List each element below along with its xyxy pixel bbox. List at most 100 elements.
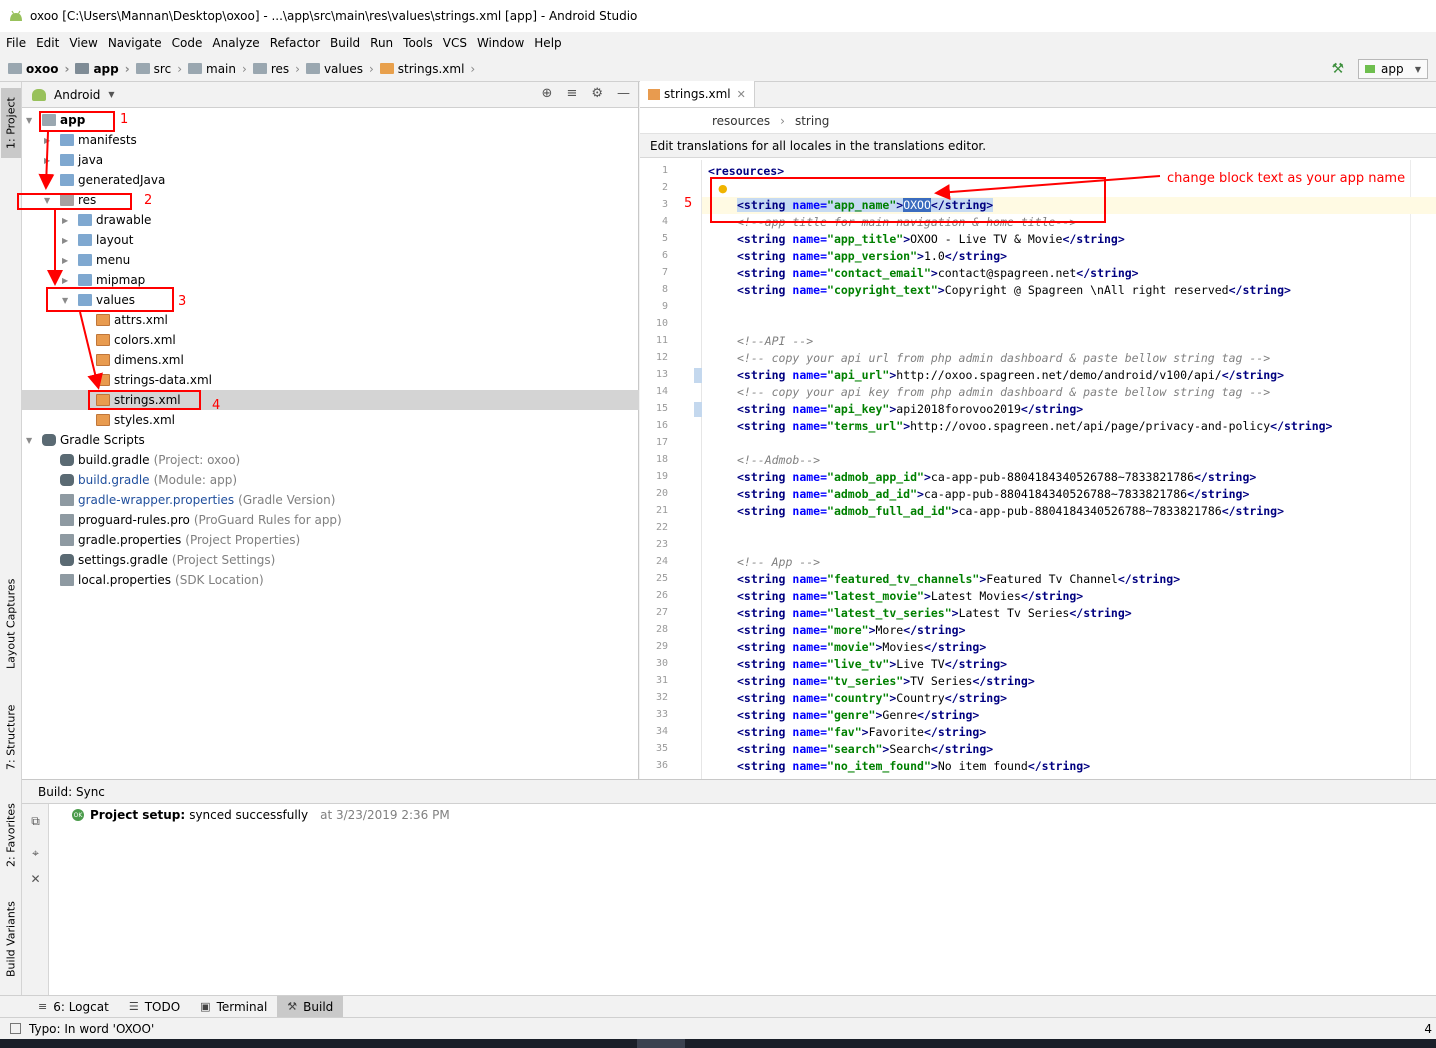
tree-item-strings-data-xml[interactable]: strings-data.xml <box>22 370 639 390</box>
code-line[interactable]: <string name="tv_series">TV Series</stri… <box>737 674 1035 688</box>
menu-refactor[interactable]: Refactor <box>270 36 320 50</box>
chevron-right-icon[interactable]: ▶ <box>62 216 72 225</box>
code-line[interactable]: <string name="latest_movie">Latest Movie… <box>737 589 1083 603</box>
code-line[interactable]: <string name="movie">Movies</string> <box>737 640 986 654</box>
tree-item-gradle-scripts[interactable]: ▼ Gradle Scripts <box>22 430 639 450</box>
chevron-down-icon[interactable]: ▼ <box>108 90 114 99</box>
code-line[interactable]: <string name="terms_url">http://ovoo.spa… <box>737 419 1332 433</box>
toggle-view-icon[interactable]: ⧉ <box>28 814 43 829</box>
tree-item-menu[interactable]: ▶ menu <box>22 250 639 270</box>
menu-help[interactable]: Help <box>534 36 561 50</box>
menu-vcs[interactable]: VCS <box>443 36 467 50</box>
code-line[interactable]: <string name="country">Country</string> <box>737 691 1007 705</box>
tree-item-java[interactable]: ▶ java <box>22 150 639 170</box>
chevron-right-icon[interactable]: ▶ <box>44 156 54 165</box>
breadcrumb-main[interactable]: main › <box>188 62 247 76</box>
chevron-down-icon[interactable]: ▼ <box>26 116 36 125</box>
menu-file[interactable]: File <box>6 36 26 50</box>
tree-item-proguard-rules-pro[interactable]: proguard-rules.pro (ProGuard Rules for ap… <box>22 510 639 530</box>
gear-icon[interactable]: ⚙ <box>591 86 603 101</box>
scroll-from-source-icon[interactable]: ⊕ <box>542 86 553 101</box>
tool-tab-todo[interactable]: ☰ TODO <box>119 996 190 1018</box>
tree-item-local-properties[interactable]: local.properties (SDK Location) <box>22 570 639 590</box>
code-line[interactable]: <string name="genre">Genre</string> <box>737 708 979 722</box>
breadcrumb-values[interactable]: values › <box>305 62 374 76</box>
chevron-right-icon[interactable]: ▶ <box>62 256 72 265</box>
taskbar-item[interactable] <box>637 1039 685 1048</box>
project-view-select[interactable]: Android <box>54 88 100 102</box>
breadcrumb-oxoo[interactable]: oxoo › <box>8 62 69 76</box>
pin-icon[interactable]: ⌖ <box>28 846 43 861</box>
code-line[interactable]: <string name="copyright_text">Copyright … <box>737 283 1291 297</box>
code-line[interactable]: <string name="admob_app_id">ca-app-pub-8… <box>737 470 1256 484</box>
close-icon[interactable]: ✕ <box>737 88 746 101</box>
code-line[interactable]: <string name="app_version">1.0</string> <box>737 249 1007 263</box>
code-line[interactable]: <string name="more">More</string> <box>737 623 966 637</box>
tree-item-styles-xml[interactable]: styles.xml <box>22 410 639 430</box>
code-line[interactable]: <string name="admob_ad_id">ca-app-pub-88… <box>737 487 1249 501</box>
breadcrumb-string[interactable]: string <box>795 114 829 128</box>
editor-tab-strings-xml[interactable]: strings.xml ✕ <box>640 81 755 107</box>
code-line[interactable]: <!--API --> <box>737 334 813 348</box>
breadcrumb-strings-xml[interactable]: strings.xml › <box>379 62 475 76</box>
translations-notice[interactable]: Edit translations for all locales in the… <box>640 134 1436 158</box>
tool-tab-6-logcat[interactable]: ≡ 6: Logcat <box>28 996 119 1018</box>
make-project-hammer-icon[interactable]: ⚒ <box>1331 61 1344 77</box>
menu-view[interactable]: View <box>69 36 97 50</box>
code-line[interactable]: <string name="api_url">http://oxoo.spagr… <box>737 368 1284 382</box>
code-line[interactable]: <!--Admob--> <box>737 453 820 467</box>
chevron-right-icon[interactable]: ▶ <box>62 236 72 245</box>
menu-build[interactable]: Build <box>330 36 360 50</box>
code-line[interactable]: <string name="featured_tv_channels">Feat… <box>737 572 1180 586</box>
breadcrumb-res[interactable]: res › <box>252 62 300 76</box>
code-line[interactable]: <resources> <box>708 164 784 178</box>
build-sync-tab[interactable]: Build: Sync <box>38 785 105 799</box>
tree-item-generatedjava[interactable]: ▶ generatedJava <box>22 170 639 190</box>
breadcrumb-app[interactable]: app › <box>75 62 130 76</box>
tool-tab-build[interactable]: ⚒ Build <box>277 995 344 1018</box>
tab-build-variants[interactable]: Build Variants <box>1 894 21 984</box>
tree-item-settings-gradle[interactable]: settings.gradle (Project Settings) <box>22 550 639 570</box>
chevron-down-icon[interactable]: ▼ <box>26 436 36 445</box>
code-line[interactable]: <string name="fav">Favorite</string> <box>737 725 986 739</box>
code-line[interactable]: <string name="app_title">OXOO - Live TV … <box>737 232 1125 246</box>
breadcrumb-src[interactable]: src › <box>135 62 182 76</box>
code-line[interactable]: <string name="search">Search</string> <box>737 742 993 756</box>
tree-item-colors-xml[interactable]: colors.xml <box>22 330 639 350</box>
tree-item-gradle-wrapper-properties[interactable]: gradle-wrapper.properties (Gradle Version… <box>22 490 639 510</box>
tree-item-drawable[interactable]: ▶ drawable <box>22 210 639 230</box>
code-line[interactable]: <string name="latest_tv_series">Latest T… <box>737 606 1132 620</box>
tab-favorites[interactable]: 2: Favorites <box>1 796 21 874</box>
code-line[interactable]: <string name="live_tv">Live TV</string> <box>737 657 1007 671</box>
menu-edit[interactable]: Edit <box>36 36 59 50</box>
close-icon[interactable]: ✕ <box>28 872 43 887</box>
menu-analyze[interactable]: Analyze <box>212 36 259 50</box>
tree-item-layout[interactable]: ▶ layout <box>22 230 639 250</box>
chevron-right-icon[interactable]: ▶ <box>62 276 72 285</box>
menu-run[interactable]: Run <box>370 36 393 50</box>
breadcrumb-resources[interactable]: resources <box>712 114 770 128</box>
tab-structure[interactable]: 7: Structure <box>1 698 21 776</box>
tree-item-build-gradle[interactable]: build.gradle (Project: oxoo) <box>22 450 639 470</box>
tree-item-gradle-properties[interactable]: gradle.properties (Project Properties) <box>22 530 639 550</box>
toggle-tool-windows-icon[interactable] <box>10 1023 21 1034</box>
tool-tab-terminal[interactable]: ▣ Terminal <box>190 996 277 1018</box>
code-area[interactable]: <resources> <string name="app_name">OXOO<… <box>702 160 1436 779</box>
code-line[interactable]: <!-- copy your api url from php admin da… <box>737 351 1270 365</box>
tree-item-dimens-xml[interactable]: dimens.xml <box>22 350 639 370</box>
tree-item-manifests[interactable]: ▶ manifests <box>22 130 639 150</box>
collapse-all-icon[interactable]: ≡ <box>566 86 577 101</box>
tree-item-build-gradle[interactable]: build.gradle (Module: app) <box>22 470 639 490</box>
run-configuration-select[interactable]: app ▼ <box>1358 59 1428 79</box>
tab-project[interactable]: 1: Project <box>1 88 21 158</box>
menu-code[interactable]: Code <box>172 36 203 50</box>
code-line[interactable]: <!-- copy your api key from php admin da… <box>737 385 1270 399</box>
hide-panel-icon[interactable]: — <box>617 86 630 101</box>
chevron-right-icon[interactable]: ▶ <box>44 176 54 185</box>
code-line[interactable]: <string name="api_key">api2018forovoo201… <box>737 402 1083 416</box>
menu-tools[interactable]: Tools <box>403 36 433 50</box>
tree-item-attrs-xml[interactable]: attrs.xml <box>22 310 639 330</box>
tab-layout-captures[interactable]: Layout Captures <box>1 576 21 672</box>
code-line[interactable]: <!-- App --> <box>737 555 820 569</box>
menu-navigate[interactable]: Navigate <box>108 36 162 50</box>
